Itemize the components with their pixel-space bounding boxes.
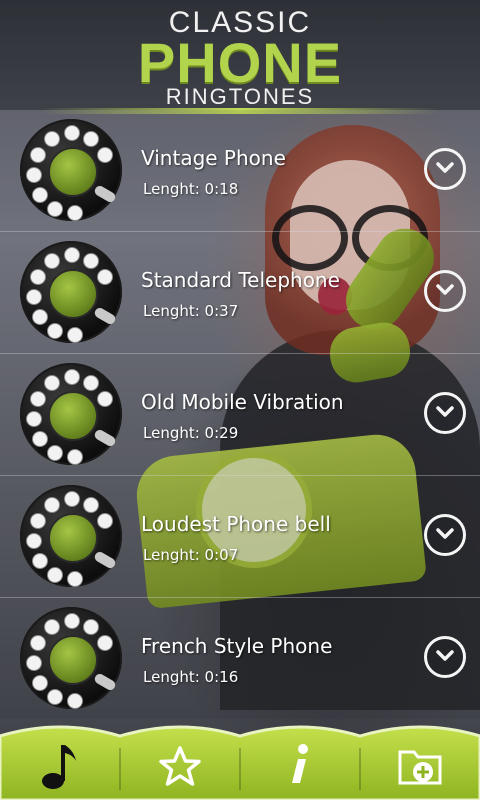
ringtone-list: Vintage Phone Lenght: 0:18 Standard Tele…	[0, 110, 480, 719]
dial-hole	[32, 675, 48, 691]
ringtone-length: Lenght: 0:18	[143, 180, 239, 198]
dial-hole	[67, 693, 83, 709]
ringtone-name: Vintage Phone	[141, 146, 286, 170]
star-icon	[159, 746, 201, 786]
dial-hole	[32, 187, 48, 203]
dial-hole	[26, 289, 42, 305]
dial-hole	[44, 497, 60, 513]
ringtone-item[interactable]: Old Mobile Vibration Lenght: 0:29	[0, 354, 480, 476]
dial-center	[48, 391, 98, 441]
chevron-down-icon	[436, 406, 454, 417]
dial-hole	[30, 391, 46, 407]
dial-center	[48, 269, 98, 319]
dial-hole	[44, 619, 60, 635]
chevron-down-icon	[436, 162, 454, 173]
ringtone-name: French Style Phone	[141, 634, 333, 658]
dial-hole	[32, 553, 48, 569]
dial-hole	[47, 201, 63, 217]
chevron-down-icon	[436, 650, 454, 661]
nav-info-button[interactable]	[240, 732, 360, 800]
app-header: CLASSIC PHONE RINGTONES	[0, 0, 480, 110]
dial-hole	[67, 449, 83, 465]
dial-hole	[97, 391, 113, 407]
dial-hole	[67, 205, 83, 221]
dial-hole	[26, 533, 42, 549]
dial-finger-stop	[92, 184, 118, 204]
dial-finger-stop	[92, 306, 118, 326]
dial-hole	[32, 431, 48, 447]
nav-add-folder-button[interactable]	[360, 732, 480, 800]
nav-ringtones-button[interactable]	[0, 732, 120, 800]
dial-hole	[64, 491, 80, 507]
info-icon	[292, 744, 308, 783]
ringtone-item[interactable]: Standard Telephone Lenght: 0:37	[0, 232, 480, 354]
ringtone-item[interactable]: French Style Phone Lenght: 0:16	[0, 598, 480, 719]
chevron-down-icon	[436, 284, 454, 295]
dial-hole	[64, 247, 80, 263]
ringtone-name: Standard Telephone	[141, 268, 340, 292]
dial-hole	[64, 369, 80, 385]
dial-finger-stop	[92, 550, 118, 570]
expand-chevron-button[interactable]	[424, 270, 466, 312]
dial-hole	[97, 147, 113, 163]
expand-chevron-button[interactable]	[424, 148, 466, 190]
dial-hole	[64, 613, 80, 629]
dial-center	[48, 147, 98, 197]
dial-hole	[30, 513, 46, 529]
nav-favorites-button[interactable]	[120, 732, 240, 800]
ringtone-name: Old Mobile Vibration	[141, 390, 344, 414]
expand-chevron-button[interactable]	[424, 636, 466, 678]
ringtone-name: Loudest Phone bell	[141, 512, 331, 536]
dial-hole	[83, 253, 99, 269]
dial-hole	[44, 131, 60, 147]
dial-hole	[26, 411, 42, 427]
dial-hole	[26, 655, 42, 671]
dial-hole	[30, 635, 46, 651]
rotary-dial-icon[interactable]	[20, 363, 122, 465]
dial-center	[48, 635, 98, 685]
dial-finger-stop	[92, 672, 118, 692]
dial-hole	[83, 619, 99, 635]
ringtone-length: Lenght: 0:07	[143, 546, 239, 564]
expand-chevron-button[interactable]	[424, 392, 466, 434]
dial-hole	[67, 571, 83, 587]
dial-hole	[64, 125, 80, 141]
dial-hole	[67, 327, 83, 343]
expand-chevron-button[interactable]	[424, 514, 466, 556]
add-folder-icon	[398, 750, 442, 785]
ringtone-item[interactable]: Loudest Phone bell Lenght: 0:07	[0, 476, 480, 598]
dial-hole	[97, 513, 113, 529]
dial-hole	[83, 131, 99, 147]
music-note-icon	[42, 745, 76, 789]
dial-hole	[83, 375, 99, 391]
title-line-3: RINGTONES	[165, 84, 315, 109]
dial-hole	[44, 375, 60, 391]
rotary-dial-icon[interactable]	[20, 241, 122, 343]
ringtone-length: Lenght: 0:37	[143, 302, 239, 320]
bottom-nav-bar	[0, 720, 480, 800]
dial-hole	[32, 309, 48, 325]
ringtone-length: Lenght: 0:29	[143, 424, 239, 442]
dial-hole	[47, 323, 63, 339]
dial-hole	[30, 269, 46, 285]
dial-hole	[97, 269, 113, 285]
dial-hole	[47, 689, 63, 705]
chevron-down-icon	[436, 528, 454, 539]
dial-hole	[30, 147, 46, 163]
rotary-dial-icon[interactable]	[20, 119, 122, 221]
dial-center	[48, 513, 98, 563]
dial-finger-stop	[92, 428, 118, 448]
rotary-dial-icon[interactable]	[20, 485, 122, 587]
ringtone-length: Lenght: 0:16	[143, 668, 239, 686]
dial-hole	[97, 635, 113, 651]
dial-hole	[26, 167, 42, 183]
dial-hole	[47, 567, 63, 583]
rotary-dial-icon[interactable]	[20, 607, 122, 709]
dial-hole	[47, 445, 63, 461]
dial-hole	[83, 497, 99, 513]
dial-hole	[44, 253, 60, 269]
ringtone-item[interactable]: Vintage Phone Lenght: 0:18	[0, 110, 480, 232]
